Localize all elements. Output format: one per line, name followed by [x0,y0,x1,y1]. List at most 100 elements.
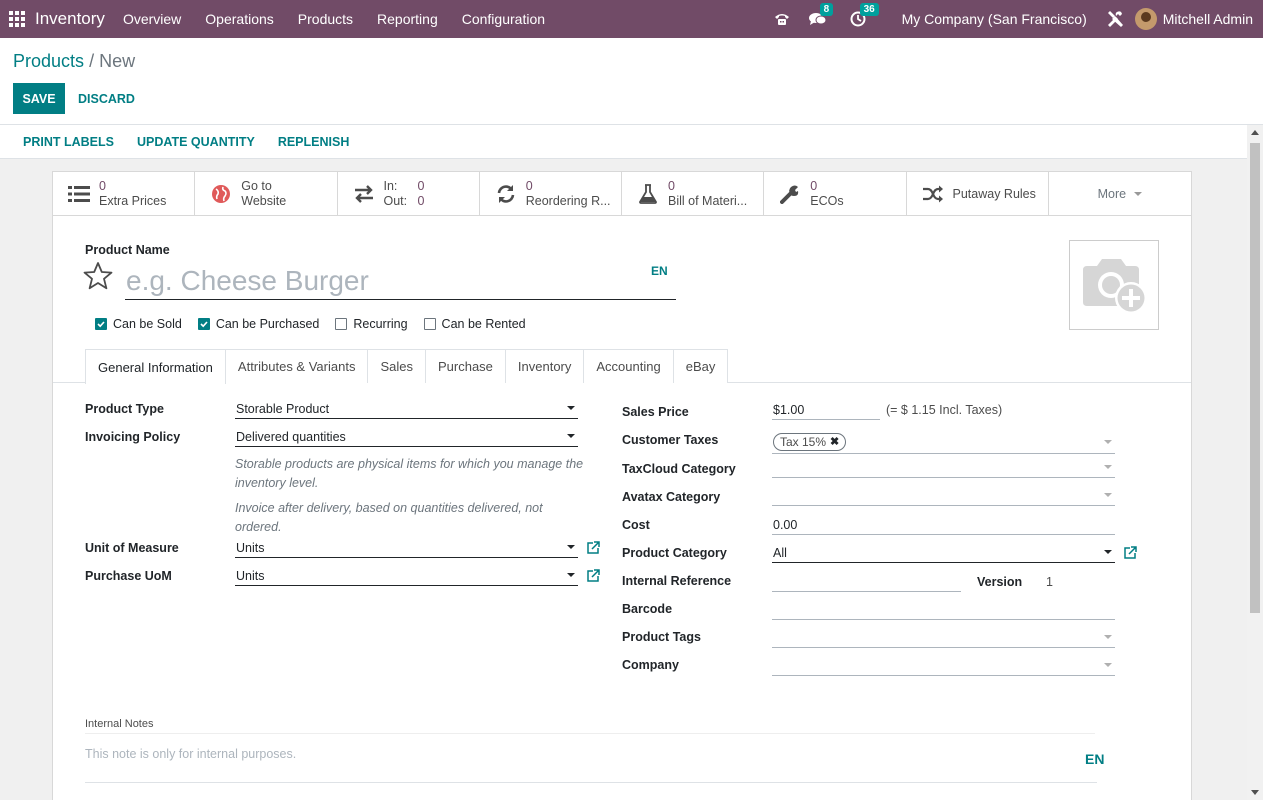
external-link-icon[interactable] [1123,546,1137,560]
discard-button[interactable]: DISCARD [78,83,135,114]
clock-icon[interactable]: 36 [848,3,879,29]
sales-price-label: Sales Price [622,405,689,419]
close-icon[interactable]: ✖ [830,435,839,448]
ecos-count: 0 [810,179,818,193]
menu-reporting[interactable]: Reporting [377,11,438,27]
unit-of-measure-label: Unit of Measure [85,541,179,555]
unit-of-measure-select[interactable]: Units [235,538,578,558]
product-name-input[interactable]: e.g. Cheese Burger [125,262,641,300]
scroll-down-arrow-icon[interactable] [1251,790,1259,795]
shuffle-icon [921,182,945,206]
wrench-icon [778,182,802,206]
messages-badge: 8 [819,3,834,16]
update-quantity-button[interactable]: UPDATE QUANTITY [137,135,255,149]
chat-icon[interactable]: 8 [808,3,834,29]
user-menu[interactable]: Mitchell Admin [1163,11,1253,27]
chevron-down-icon [567,406,575,410]
scroll-up-arrow-icon[interactable] [1251,130,1259,135]
replenish-button[interactable]: REPLENISH [278,135,350,149]
invoicing-policy-select[interactable]: Delivered quantities [235,427,578,447]
recurring-checkbox[interactable]: Recurring [335,317,408,331]
go-to-website-button[interactable]: Go to Website [195,172,338,216]
scroll-thumb[interactable] [1250,143,1260,613]
product-category-select[interactable]: All [772,543,1115,563]
external-link-icon[interactable] [586,569,600,583]
internal-reference-input[interactable] [772,572,961,592]
apps-grid-icon[interactable] [9,11,25,27]
product-name-lang-button[interactable]: EN [651,264,668,278]
product-type-label: Product Type [85,402,164,416]
purchase-uom-select[interactable]: Units [235,566,578,586]
product-type-select[interactable]: Storable Product [235,399,578,419]
tab-purchase[interactable]: Purchase [424,349,506,383]
checkbox-unchecked-icon[interactable] [335,318,348,330]
checkbox-checked-icon[interactable] [95,318,107,330]
internal-notes-lang-button[interactable]: EN [1085,751,1104,767]
extra-prices-count: 0 [99,179,106,193]
user-avatar[interactable] [1134,8,1157,30]
product-image-upload[interactable] [1069,240,1159,330]
out-value: 0 [417,194,425,208]
cost-label: Cost [622,518,650,532]
can-be-sold-checkbox[interactable]: Can be Sold [95,317,182,331]
chevron-down-icon [567,573,575,577]
sales-price-input[interactable]: $1.00 [772,400,880,420]
purchase-uom-label: Purchase UoM [85,569,172,583]
top-navbar: Inventory Overview Operations Products R… [0,0,1263,38]
cost-input[interactable]: 0.00 [772,515,1115,535]
putaway-rules-button[interactable]: Putaway Rules [907,172,1049,216]
external-link-icon[interactable] [586,541,600,555]
customer-taxes-label: Customer Taxes [622,433,719,447]
reordering-count: 0 [525,179,533,193]
tools-icon[interactable] [1105,9,1125,29]
chevron-down-icon [1104,663,1112,667]
tab-attributes-variants[interactable]: Attributes & Variants [224,349,369,383]
taxcloud-category-select[interactable] [772,458,1115,478]
in-label: In: [383,179,398,193]
avatax-category-select[interactable] [772,486,1115,506]
save-button[interactable]: SAVE [13,83,65,114]
tab-accounting[interactable]: Accounting [583,349,674,383]
menu-configuration[interactable]: Configuration [462,11,545,27]
barcode-input[interactable] [772,600,1115,620]
phone-icon[interactable] [772,9,792,29]
star-icon[interactable] [83,261,113,294]
recurring-label: Recurring [353,317,408,331]
checkbox-unchecked-icon[interactable] [423,318,436,330]
tab-ebay[interactable]: eBay [672,349,729,383]
reordering-rules-button[interactable]: 0 Reordering R... [480,172,622,216]
product-category-value: All [773,545,787,560]
menu-overview[interactable]: Overview [123,11,181,27]
help-invoice-policy: Invoice after delivery, based on quantit… [235,501,543,534]
product-tags-input[interactable] [772,628,1115,648]
company-select[interactable] [772,656,1115,676]
checkbox-checked-icon[interactable] [197,318,210,330]
tab-general-information[interactable]: General Information [85,349,226,384]
extra-prices-button[interactable]: 0 Extra Prices [53,172,196,216]
company-switcher[interactable]: My Company (San Francisco) [902,11,1087,27]
menu-operations[interactable]: Operations [205,11,273,27]
can-be-purchased-checkbox[interactable]: Can be Purchased [197,317,319,331]
can-be-rented-checkbox[interactable]: Can be Rented [423,317,526,331]
unit-of-measure-value: Units [236,540,265,555]
menu-products[interactable]: Products [298,11,353,27]
breadcrumb-products[interactable]: Products [13,51,84,71]
form-sheet: 0 Extra Prices Go to Website In: 0 Out: 0 0R… [52,171,1192,800]
chevron-down-icon [1104,635,1112,639]
ecos-button[interactable]: 0 ECOs [764,172,907,216]
barcode-label: Barcode [622,602,673,616]
scrollbar[interactable] [1247,125,1263,800]
extra-prices-label: Extra Prices [99,194,167,208]
print-labels-button[interactable]: PRINT LABELS [23,135,114,149]
avatax-category-label: Avatax Category [622,490,721,504]
app-brand[interactable]: Inventory [35,9,105,29]
tab-sales[interactable]: Sales [367,349,426,383]
more-button[interactable]: More [1049,172,1191,216]
tab-inventory[interactable]: Inventory [504,349,585,383]
help-storable-product: Storable products are physical items for… [235,457,584,490]
in-out-button[interactable]: In: 0 Out: 0 [338,172,480,216]
customer-taxes-input[interactable]: Tax 15% ✖ [772,430,1115,454]
internal-notes-input[interactable]: This note is only for internal purposes. [85,747,296,761]
bill-of-materials-button[interactable]: 0 Bill of Materi... [622,172,765,216]
product-checkboxes: Can be Sold Can be Purchased Recurring C… [95,317,542,331]
